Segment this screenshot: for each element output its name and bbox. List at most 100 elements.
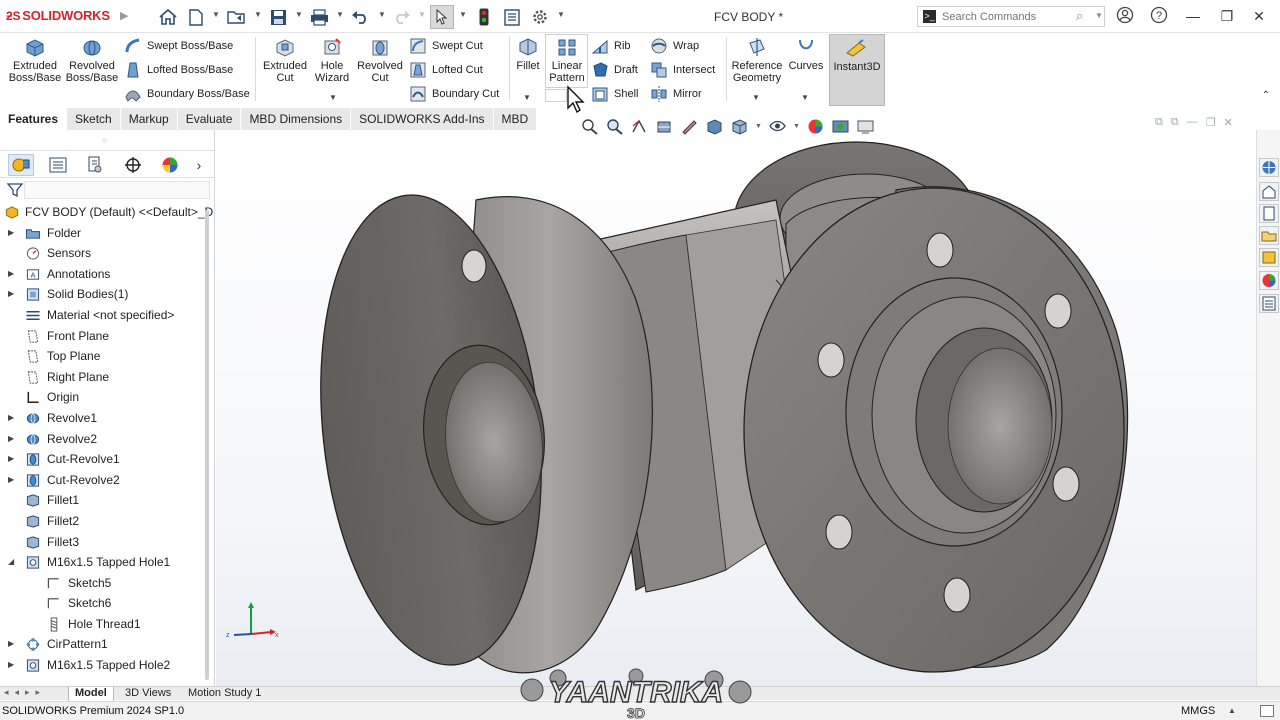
tree-item[interactable]: Sketch6 <box>0 593 208 614</box>
dimxpert-manager-tab-icon[interactable] <box>120 154 146 176</box>
tree-item[interactable]: Sketch5 <box>0 573 208 594</box>
tree-item[interactable]: Fillet3 <box>0 532 208 553</box>
minimize-window-icon[interactable]: — <box>1182 6 1204 26</box>
revolved-boss-button[interactable]: Revolved Boss/Base <box>64 37 120 84</box>
expand-arrow-icon[interactable]: ▶ <box>8 223 14 244</box>
print-dropdown-chevron-icon[interactable]: ▼ <box>336 10 344 19</box>
tree-item[interactable]: Sensors <box>0 243 208 264</box>
viewport-close-icon[interactable]: ✕ <box>1224 116 1233 129</box>
configuration-manager-tab-icon[interactable] <box>82 154 108 176</box>
mirror-button[interactable]: Mirror <box>650 84 702 104</box>
draft-button[interactable]: Draft <box>591 60 638 80</box>
tree-item[interactable]: Material <not specified> <box>0 305 208 326</box>
hole-dropdown-chevron-icon[interactable]: ▼ <box>329 93 337 102</box>
redo-dropdown-chevron-icon[interactable]: ▼ <box>418 10 426 19</box>
reference-geometry-dropdown-chevron-icon[interactable]: ▼ <box>752 93 760 102</box>
restore-window-icon[interactable]: ❐ <box>1216 6 1238 26</box>
file-properties-icon[interactable] <box>502 6 522 28</box>
new-dropdown-chevron-icon[interactable]: ▼ <box>212 10 220 19</box>
rib-button[interactable]: Rib <box>591 36 631 56</box>
tree-item[interactable]: Front Plane <box>0 326 208 347</box>
fcv-body-3d-model[interactable] <box>216 130 1256 686</box>
view-palette-icon[interactable] <box>1259 226 1279 245</box>
tree-item[interactable]: ◢ M16x1.5 Tapped Hole1 <box>0 552 208 573</box>
tree-item[interactable]: ▶ Revolve1 <box>0 408 208 429</box>
section-view-icon[interactable] <box>655 118 674 135</box>
lofted-cut-button[interactable]: Lofted Cut <box>409 60 483 80</box>
undo-dropdown-chevron-icon[interactable]: ▼ <box>378 10 386 19</box>
display-manager-tab-icon[interactable] <box>157 154 183 176</box>
expand-arrow-icon[interactable]: ▶ <box>8 655 14 676</box>
zoom-to-fit-icon[interactable] <box>580 118 599 135</box>
expand-arrow-icon[interactable]: ▶ <box>8 429 14 450</box>
tree-filter-input[interactable] <box>24 181 210 199</box>
expand-arrow-icon[interactable]: ▶ <box>8 408 14 429</box>
viewport-tile-right-icon[interactable]: ⧉ <box>1171 116 1179 129</box>
feature-manager-tab-icon[interactable] <box>8 154 34 176</box>
filter-icon[interactable] <box>7 182 23 198</box>
tree-item[interactable]: ▶ M16x1.5 Tapped Hole2 <box>0 655 208 676</box>
print-icon[interactable] <box>309 6 329 28</box>
search-dropdown-chevron-icon[interactable]: ▼ <box>1095 11 1103 20</box>
design-library-icon[interactable] <box>1259 182 1279 201</box>
instant3d-button[interactable]: Instant3D <box>829 34 885 106</box>
expand-arrow-icon[interactable]: ▶ <box>8 284 14 305</box>
tab-evaluate[interactable]: Evaluate <box>177 108 242 130</box>
select-cursor-icon[interactable] <box>430 5 454 29</box>
graphics-area[interactable]: x z <box>216 130 1256 686</box>
linear-pattern-button[interactable]: Linear Pattern <box>545 34 588 88</box>
units-dropdown-chevron-icon[interactable]: ▲ <box>1228 706 1236 715</box>
unit-system-selector[interactable]: MMGS <box>1181 705 1215 717</box>
display-style-icon[interactable] <box>730 118 749 135</box>
lofted-boss-button[interactable]: Lofted Boss/Base <box>124 60 233 80</box>
tab-features[interactable]: Features <box>0 108 68 130</box>
appearances-scenes-icon[interactable] <box>1259 248 1279 267</box>
tree-item[interactable]: ▶ Cut-Revolve1 <box>0 449 208 470</box>
user-account-icon[interactable] <box>1114 6 1136 26</box>
solidworks-resources-icon[interactable] <box>1259 158 1279 177</box>
expand-arrow-icon[interactable]: ▶ <box>8 634 14 655</box>
tree-item[interactable]: Top Plane <box>0 346 208 367</box>
close-window-icon[interactable]: ✕ <box>1248 6 1270 26</box>
save-icon[interactable] <box>268 6 288 28</box>
reference-geometry-button[interactable]: Reference Geometry <box>729 37 785 84</box>
expand-arrow-icon[interactable]: ▶ <box>8 449 14 470</box>
boundary-cut-button[interactable]: Boundary Cut <box>409 84 499 104</box>
viewport-restore-icon[interactable]: ❐ <box>1206 116 1216 129</box>
custom-properties-icon[interactable] <box>1259 294 1279 313</box>
tree-item[interactable]: Right Plane <box>0 367 208 388</box>
tree-item[interactable]: ▶ Folder <box>0 223 208 244</box>
hole-wizard-button[interactable]: Hole Wizard <box>310 37 354 84</box>
select-dropdown-chevron-icon[interactable]: ▼ <box>459 10 467 19</box>
save-dropdown-chevron-icon[interactable]: ▼ <box>295 10 303 19</box>
options-dropdown-chevron-icon[interactable]: ▼ <box>557 10 565 19</box>
tree-item[interactable]: ▶ Revolve2 <box>0 429 208 450</box>
tab-solidworks-add-ins[interactable]: SOLIDWORKS Add-Ins <box>351 108 494 130</box>
fillet-dropdown-chevron-icon[interactable]: ▼ <box>523 93 531 102</box>
tree-item[interactable]: Origin <box>0 387 208 408</box>
help-icon[interactable]: ? <box>1148 6 1170 26</box>
tree-item[interactable]: ▶ CirPattern1 <box>0 634 208 655</box>
home-icon[interactable] <box>158 6 178 28</box>
appearances-palette-icon[interactable] <box>1259 271 1279 290</box>
boundary-boss-button[interactable]: Boundary Boss/Base <box>124 84 250 104</box>
tree-item[interactable]: Hole Thread1 <box>0 614 208 635</box>
tab-mbd-dimensions[interactable]: MBD Dimensions <box>241 108 352 130</box>
revolved-cut-button[interactable]: Revolved Cut <box>356 37 404 84</box>
view-settings-icon[interactable] <box>856 118 875 135</box>
tree-item[interactable]: FCV BODY (Default) <<Default>_Di <box>0 202 214 223</box>
hide-show-chevron-icon[interactable]: ▼ <box>793 123 800 130</box>
apply-scene-icon[interactable] <box>831 118 850 135</box>
extruded-boss-button[interactable]: Extruded Boss/Base <box>6 37 64 84</box>
tree-item[interactable]: Fillet1 <box>0 490 208 511</box>
tree-scrollbar[interactable] <box>205 210 209 680</box>
more-tabs-chevron-icon[interactable]: › <box>190 154 208 176</box>
swept-boss-button[interactable]: Swept Boss/Base <box>124 36 233 56</box>
extruded-cut-button[interactable]: Extruded Cut <box>258 37 312 84</box>
viewport-tile-left-icon[interactable]: ⧉ <box>1155 116 1163 129</box>
tab-model[interactable]: Model <box>68 687 114 701</box>
pane-grip-icon[interactable]: ○ <box>102 136 107 145</box>
tab-motion-study-1[interactable]: Motion Study 1 <box>182 687 267 701</box>
status-panel-icon[interactable] <box>1260 705 1274 717</box>
new-document-icon[interactable] <box>187 6 205 28</box>
